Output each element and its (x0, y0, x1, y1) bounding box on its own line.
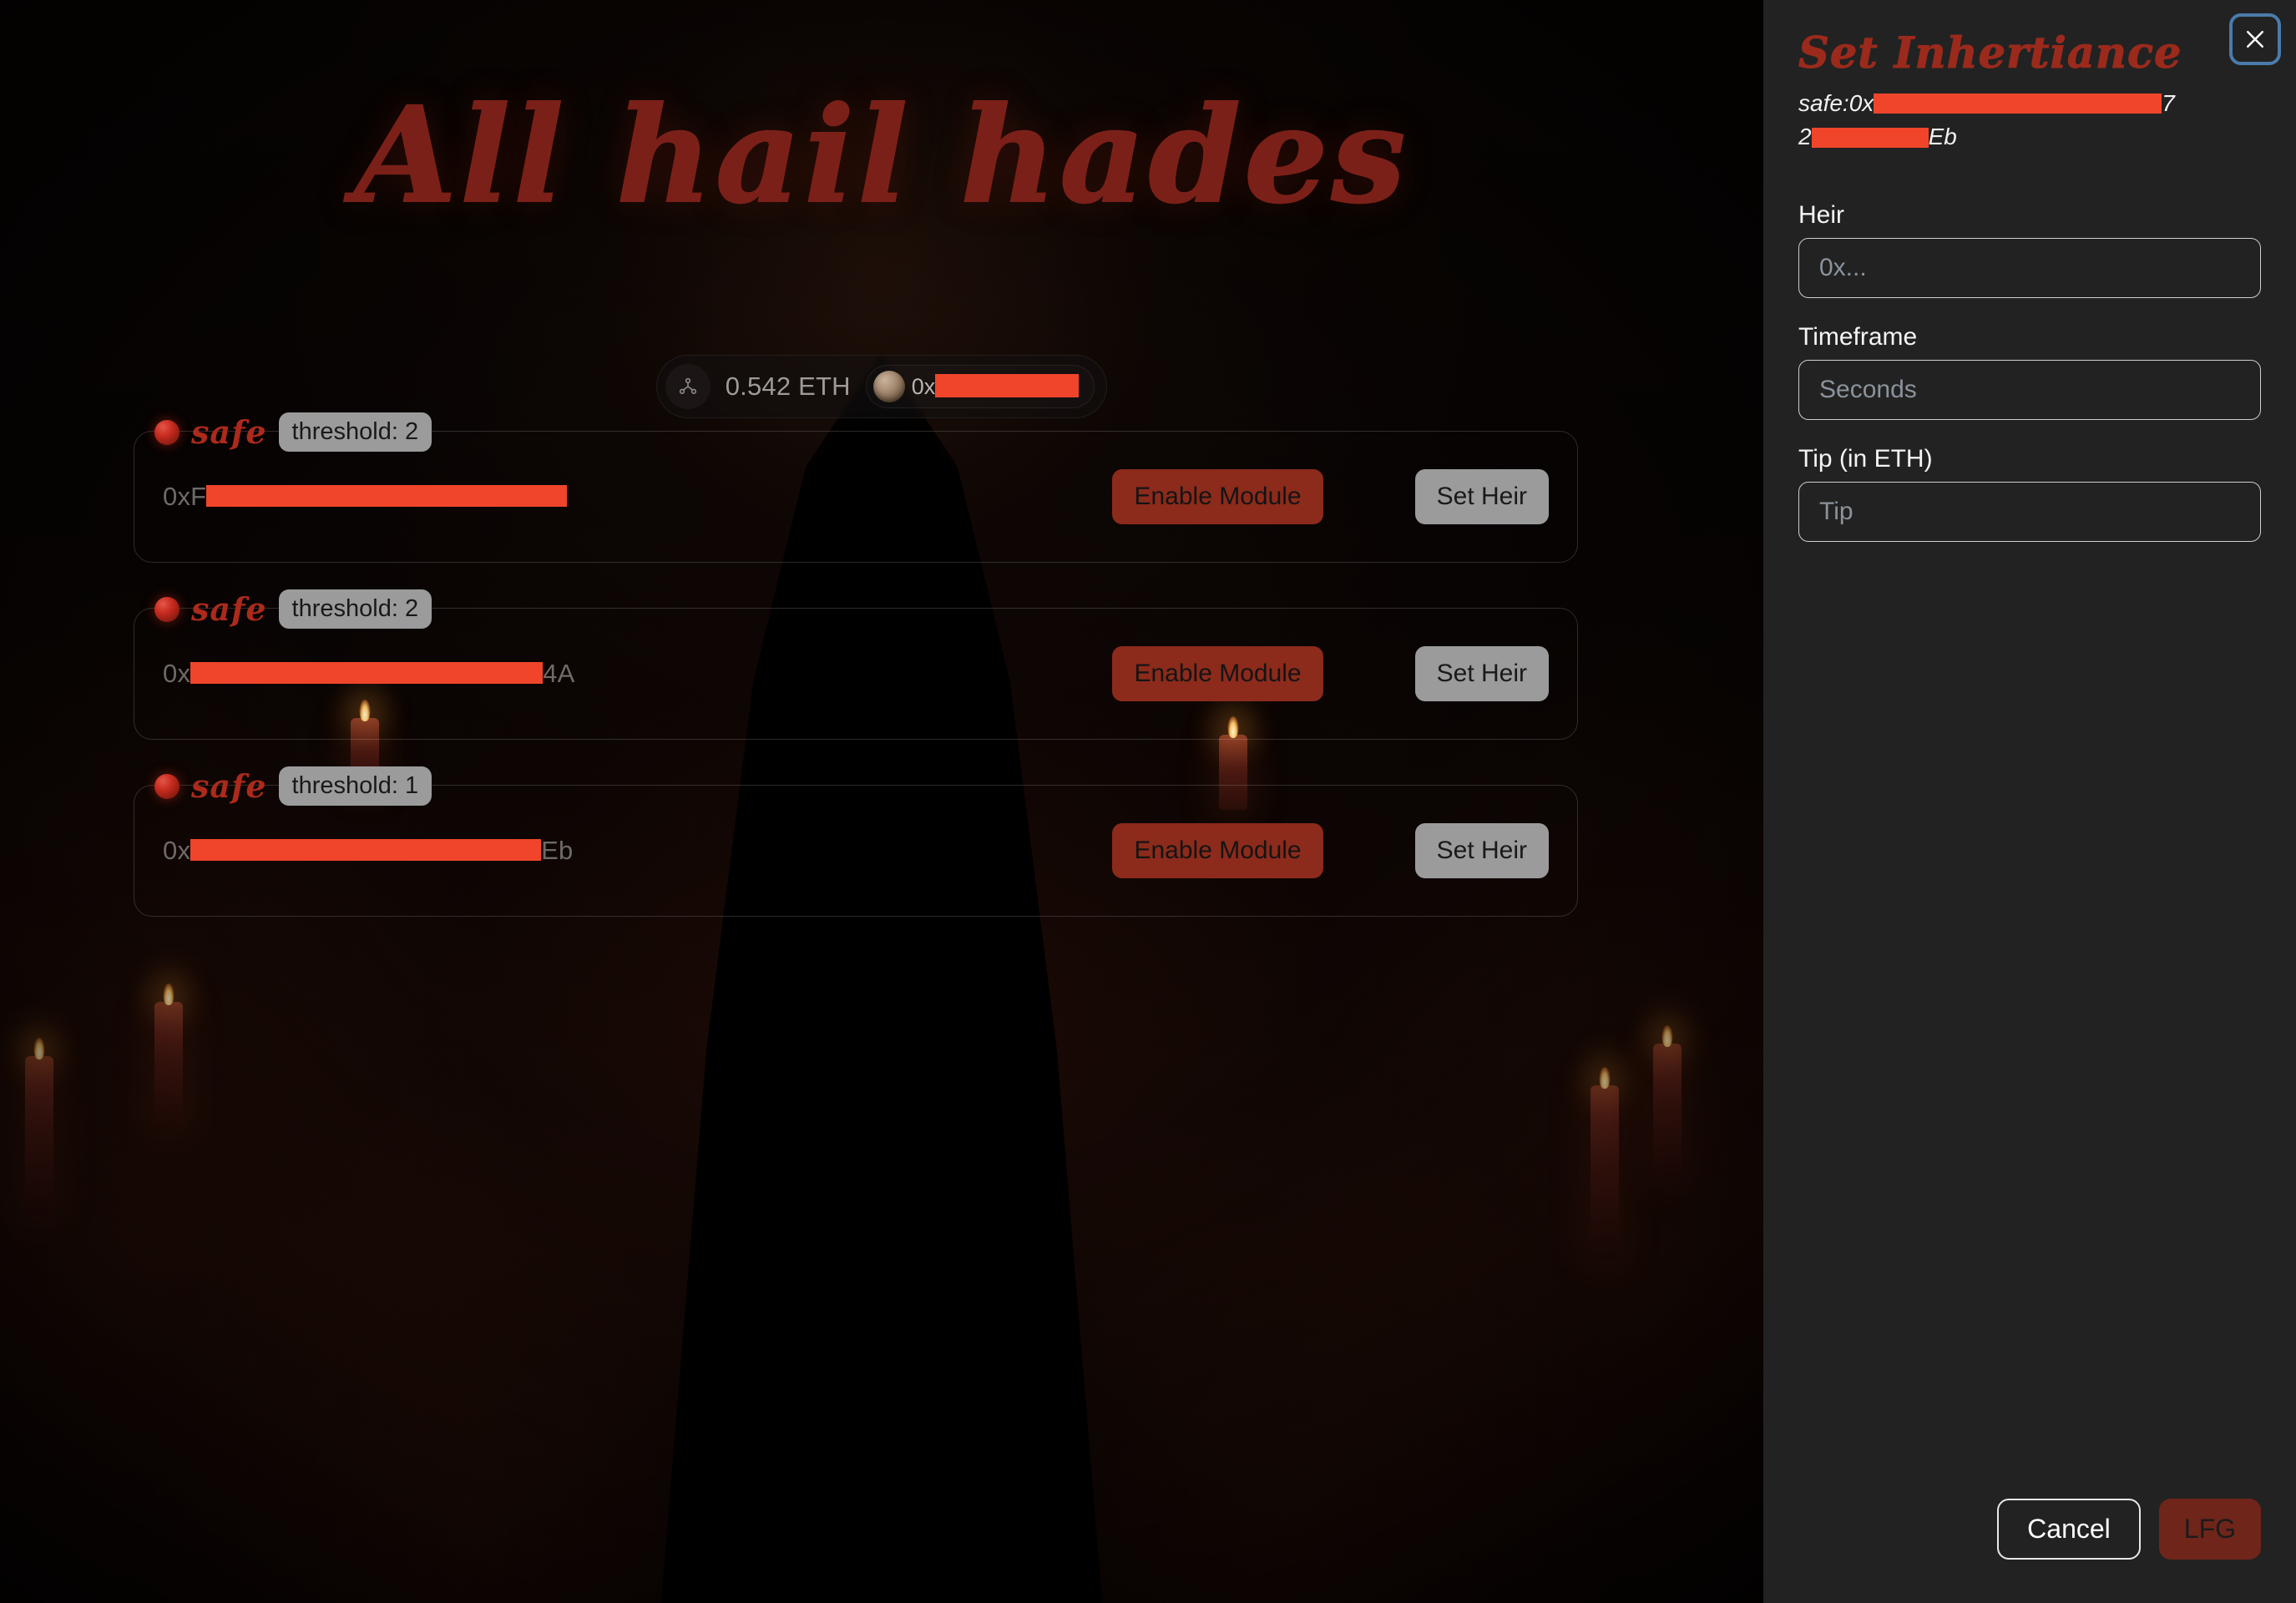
redaction-bar (1874, 94, 2162, 114)
redaction-bar (935, 374, 1080, 397)
enable-module-button[interactable]: Enable Module (1112, 646, 1323, 701)
safe-address: 0x Eb (163, 836, 1112, 866)
safe-card: safe threshold: 2 0x 4A Enable Module Se… (134, 589, 1578, 740)
redaction-bar (190, 662, 544, 684)
redaction-bar (1811, 127, 1929, 148)
threshold-badge: threshold: 1 (278, 766, 432, 806)
timeframe-input[interactable] (1798, 359, 2261, 420)
safe-logo-label: safe (191, 412, 267, 451)
safe-address-prefix: 0x (163, 836, 191, 865)
safe-address-prefix: 0xF (163, 482, 207, 511)
safe-card-body: 0x 4A Enable Module Set Heir (163, 646, 1549, 701)
page-title: All hail hades (353, 78, 1409, 233)
submit-lfg-button[interactable]: LFG (2158, 1499, 2261, 1560)
safe-address: 0x 4A (163, 659, 1112, 689)
enable-module-button[interactable]: Enable Module (1112, 823, 1323, 878)
cancel-button[interactable]: Cancel (1997, 1499, 2141, 1560)
tip-field-group: Tip (in ETH) (1798, 445, 2261, 542)
threshold-badge: threshold: 2 (278, 589, 432, 629)
panel-title: Set Inhertiance (1798, 28, 2182, 78)
close-icon[interactable] (2229, 13, 2281, 65)
main-content-area: All hail hades 0.542 ETH 0x safe thresho… (0, 0, 1763, 1603)
safe-card: safe threshold: 1 0x Eb Enable Module Se… (134, 766, 1578, 917)
heir-field-group: Heir (1798, 201, 2261, 298)
safe-card-legend: safe threshold: 2 (154, 589, 437, 629)
panel-safe-address-suffix: Eb (1928, 124, 1957, 150)
avatar (872, 371, 905, 402)
set-heir-button[interactable]: Set Heir (1414, 646, 1549, 701)
timeframe-field-group: Timeframe (1798, 323, 2261, 420)
panel-safe-address-mid: 7 (2162, 89, 2175, 116)
safe-address-suffix: 4A (543, 659, 575, 688)
timeframe-label: Timeframe (1798, 322, 1918, 351)
account-chip[interactable]: 0x (865, 365, 1095, 408)
app-root: All hail hades 0.542 ETH 0x safe thresho… (0, 0, 2296, 1603)
safe-status-dot-icon (154, 773, 180, 799)
safe-logo-label: safe (191, 589, 267, 628)
panel-safe-address-prefix: safe:0x (1798, 89, 1874, 116)
safe-card-body: 0x Eb Enable Module Set Heir (163, 823, 1549, 878)
network-nodes-icon (665, 364, 711, 409)
balance-bar: 0.542 ETH 0x (0, 355, 1763, 418)
heir-input[interactable] (1798, 237, 2261, 298)
redaction-bar (206, 485, 568, 507)
eth-balance: 0.542 ETH (725, 372, 851, 401)
balance-pill: 0.542 ETH 0x (655, 355, 1108, 418)
panel-safe-address-line2-prefix: 2 (1798, 124, 1812, 150)
safe-status-dot-icon (154, 596, 180, 622)
safe-card: safe threshold: 2 0xF Enable Module Set … (134, 412, 1578, 563)
panel-safe-address: safe:0x 7 2 Eb (1798, 87, 2261, 154)
safe-card-body: 0xF Enable Module Set Heir (163, 469, 1549, 524)
tip-label: Tip (in ETH) (1798, 444, 1933, 473)
safe-address-suffix: Eb (541, 836, 574, 865)
safe-card-legend: safe threshold: 2 (154, 412, 437, 452)
redaction-bar (190, 839, 542, 861)
set-heir-button[interactable]: Set Heir (1414, 469, 1549, 524)
panel-footer: Cancel LFG (1798, 1499, 2261, 1603)
safe-logo-label: safe (191, 766, 267, 805)
enable-module-button[interactable]: Enable Module (1112, 469, 1323, 524)
safe-address: 0xF (163, 482, 1112, 512)
account-address: 0x (912, 374, 1080, 400)
safe-card-list: safe threshold: 2 0xF Enable Module Set … (134, 412, 1578, 962)
account-address-prefix: 0x (911, 373, 936, 399)
heir-label: Heir (1798, 200, 1845, 229)
safe-card-legend: safe threshold: 1 (154, 766, 437, 806)
tip-input[interactable] (1798, 481, 2261, 542)
set-heir-button[interactable]: Set Heir (1414, 823, 1549, 878)
safe-address-prefix: 0x (163, 659, 191, 688)
safe-status-dot-icon (154, 419, 180, 445)
set-inheritance-panel: Set Inhertiance safe:0x 7 2 Eb Heir Timefra… (1763, 0, 2296, 1603)
threshold-badge: threshold: 2 (278, 412, 432, 452)
